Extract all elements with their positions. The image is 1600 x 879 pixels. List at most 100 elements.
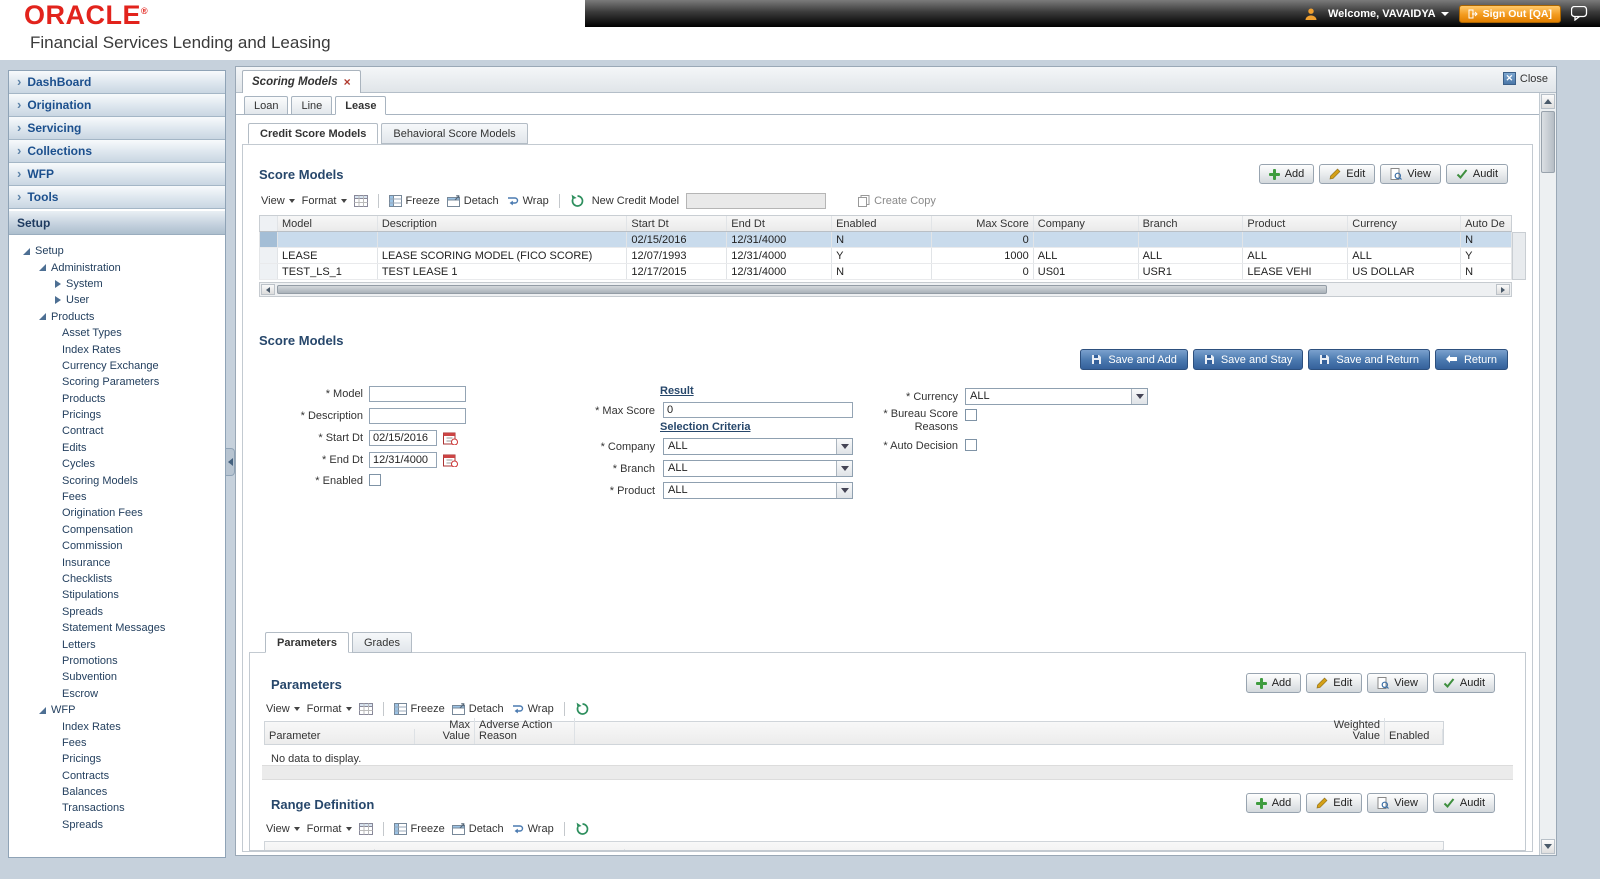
end-dt-field[interactable] <box>369 452 437 468</box>
add-button[interactable]: Add <box>1258 164 1315 184</box>
table-row[interactable]: LEASE LEASE SCORING MODEL (FICO SCORE) 1… <box>259 248 1512 264</box>
tree-node[interactable]: Promotions <box>9 653 225 669</box>
tree-node[interactable]: Products <box>9 391 225 407</box>
sidebar-item-wfp[interactable]: › WFP <box>9 163 225 186</box>
scroll-up-arrow[interactable] <box>1541 94 1555 109</box>
table-vertical-scrollbar[interactable] <box>1512 232 1526 280</box>
audit-button[interactable]: Audit <box>1432 673 1495 693</box>
tree-node[interactable]: Index Rates <box>9 341 225 357</box>
scrollbar-thumb[interactable] <box>277 285 1327 294</box>
sign-out-button[interactable]: Sign Out [QA] <box>1458 4 1561 23</box>
wrap-button[interactable]: Wrap <box>506 195 549 207</box>
description-field[interactable] <box>369 408 466 424</box>
tree-node[interactable]: WFP <box>9 702 225 718</box>
tree-node[interactable]: Letters <box>9 636 225 652</box>
tab-line[interactable]: Line <box>291 96 333 115</box>
column-header-weighted-value[interactable]: Weighted Value <box>1300 718 1385 744</box>
tree-node[interactable]: Spreads <box>9 817 225 833</box>
tree-node[interactable]: Asset Types <box>9 325 225 341</box>
column-header-value-from-2[interactable]: Value From <box>375 849 625 850</box>
tree-node[interactable]: Origination Fees <box>9 505 225 521</box>
column-header-company[interactable]: Company <box>1034 216 1139 231</box>
max-score-field[interactable] <box>663 402 853 418</box>
collapsed-icon[interactable] <box>55 279 61 288</box>
column-header-percent-value[interactable]: Percent / Value <box>1290 849 1385 850</box>
table-icon[interactable] <box>358 703 373 715</box>
tree-node[interactable]: Currency Exchange <box>9 358 225 374</box>
tab-behavioral-score-models[interactable]: Behavioral Score Models <box>381 123 528 144</box>
company-select[interactable]: ALL <box>663 438 853 455</box>
tree-node-scoring-models[interactable]: Scoring Models <box>9 472 225 488</box>
tree-node[interactable]: Subvention <box>9 669 225 685</box>
tree-node[interactable]: Escrow <box>9 686 225 702</box>
format-menu[interactable]: Format <box>307 823 352 835</box>
collapsed-icon[interactable] <box>55 296 61 305</box>
tree-node[interactable]: Transactions <box>9 800 225 816</box>
start-dt-field[interactable] <box>369 430 437 446</box>
tab-close-icon[interactable]: × <box>344 75 351 89</box>
select-button[interactable] <box>836 483 852 498</box>
audit-button[interactable]: Audit <box>1432 793 1495 813</box>
tab-grades[interactable]: Grades <box>351 632 413 653</box>
view-menu[interactable]: View <box>266 703 300 715</box>
column-header-max-score[interactable]: Max Score <box>932 216 1034 231</box>
panel-collapse-handle[interactable] <box>226 448 235 476</box>
row-selector[interactable] <box>260 232 278 247</box>
table-icon[interactable] <box>358 823 373 835</box>
tree-node[interactable]: Index Rates <box>9 718 225 734</box>
scroll-right-arrow[interactable] <box>1496 284 1510 295</box>
save-and-return-button[interactable]: Save and Return <box>1308 349 1430 370</box>
tree-node[interactable]: Cycles <box>9 456 225 472</box>
tree-node[interactable]: Spreads <box>9 604 225 620</box>
add-button[interactable]: Add <box>1245 673 1302 693</box>
table-row[interactable]: TEST_LS_1 TEST LEASE 1 12/17/2015 12/31/… <box>259 264 1512 280</box>
tree-node[interactable]: Statement Messages <box>9 620 225 636</box>
tree-node[interactable]: Compensation <box>9 522 225 538</box>
freeze-button[interactable]: Freeze <box>388 195 440 207</box>
tab-parameters[interactable]: Parameters <box>265 632 349 653</box>
column-header-adverse-action-reason[interactable]: Adverse Action Reason <box>475 718 575 744</box>
refresh-icon[interactable] <box>570 194 585 208</box>
start-dt-calendar-icon[interactable] <box>443 431 458 445</box>
tree-node[interactable]: Stipulations <box>9 587 225 603</box>
product-select[interactable]: ALL <box>663 482 853 499</box>
column-header-selector[interactable] <box>260 216 278 231</box>
tree-node[interactable]: Pricings <box>9 751 225 767</box>
tree-node[interactable]: Checklists <box>9 571 225 587</box>
sidebar-section-setup[interactable]: Setup <box>9 211 225 235</box>
tree-node[interactable]: Balances <box>9 784 225 800</box>
wrap-button[interactable]: Wrap <box>511 823 554 835</box>
sidebar-item-dashboard[interactable]: › DashBoard <box>9 71 225 94</box>
create-copy-button[interactable]: Create Copy <box>858 195 936 207</box>
freeze-button[interactable]: Freeze <box>393 823 445 835</box>
column-header-enabled[interactable]: Enabled <box>1385 729 1443 744</box>
column-header-value-from[interactable]: Value From <box>265 849 375 850</box>
sidebar-item-origination[interactable]: › Origination <box>9 94 225 117</box>
edit-button[interactable]: Edit <box>1306 673 1363 693</box>
view-button[interactable]: View <box>1380 164 1441 184</box>
edit-button[interactable]: Edit <box>1319 164 1376 184</box>
tree-node[interactable]: Fees <box>9 489 225 505</box>
tab-lease[interactable]: Lease <box>335 96 387 115</box>
refresh-icon[interactable] <box>575 822 590 836</box>
expanded-icon[interactable] <box>39 313 46 321</box>
tree-node[interactable]: Administration <box>9 259 225 275</box>
column-header-start-dt[interactable]: Start Dt <box>627 216 728 231</box>
column-header-enabled[interactable]: Enabled <box>832 216 932 231</box>
column-header-currency[interactable]: Currency <box>1348 216 1462 231</box>
format-menu[interactable]: Format <box>307 703 352 715</box>
table-icon[interactable] <box>353 195 368 207</box>
expanded-icon[interactable] <box>39 706 46 714</box>
tree-node[interactable]: Insurance <box>9 554 225 570</box>
tree-node[interactable]: Products <box>9 309 225 325</box>
column-header-product[interactable]: Product <box>1243 216 1349 231</box>
main-vertical-scrollbar[interactable] <box>1539 93 1556 855</box>
select-button[interactable] <box>836 461 852 476</box>
edit-button[interactable]: Edit <box>1306 793 1363 813</box>
view-menu[interactable]: View <box>266 823 300 835</box>
tree-node[interactable]: Setup <box>9 243 225 259</box>
column-header-enabled[interactable]: Enabled <box>1385 849 1443 850</box>
column-header-end-dt[interactable]: End Dt <box>727 216 833 231</box>
branch-select[interactable]: ALL <box>663 460 853 477</box>
table-horizontal-scrollbar[interactable] <box>259 282 1512 297</box>
